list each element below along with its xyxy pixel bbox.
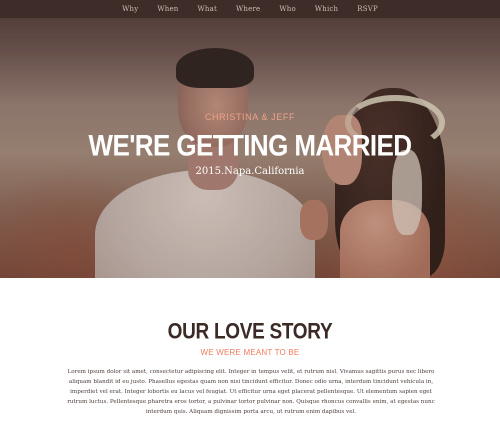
nav-link-where[interactable]: Where (236, 5, 260, 13)
story-subtitle: WE WERE MEANT TO BE (200, 348, 300, 357)
hero-headline: WE'RE GETTING MARRIED (88, 128, 413, 163)
story-body: Lorem ipsum dolor sit amet, consectetur … (67, 369, 435, 415)
story-title: OUR LOVE STORY (167, 320, 333, 345)
nav-link-when[interactable]: When (157, 5, 178, 13)
hero-date-location: 2015.Napa.California (195, 166, 305, 177)
top-nav: Why When What Where Who Which RSVP (0, 0, 500, 18)
nav-link-rsvp[interactable]: RSVP (357, 5, 378, 13)
hero-text: CHRISTINA & JEFF WE'RE GETTING MARRIED 2… (0, 0, 500, 278)
couple-names: CHRISTINA & JEFF (204, 112, 296, 122)
nav-link-what[interactable]: What (198, 5, 218, 13)
nav-link-who[interactable]: Who (279, 5, 296, 13)
nav-link-which[interactable]: Which (315, 5, 338, 13)
nav-link-why[interactable]: Why (122, 5, 138, 13)
